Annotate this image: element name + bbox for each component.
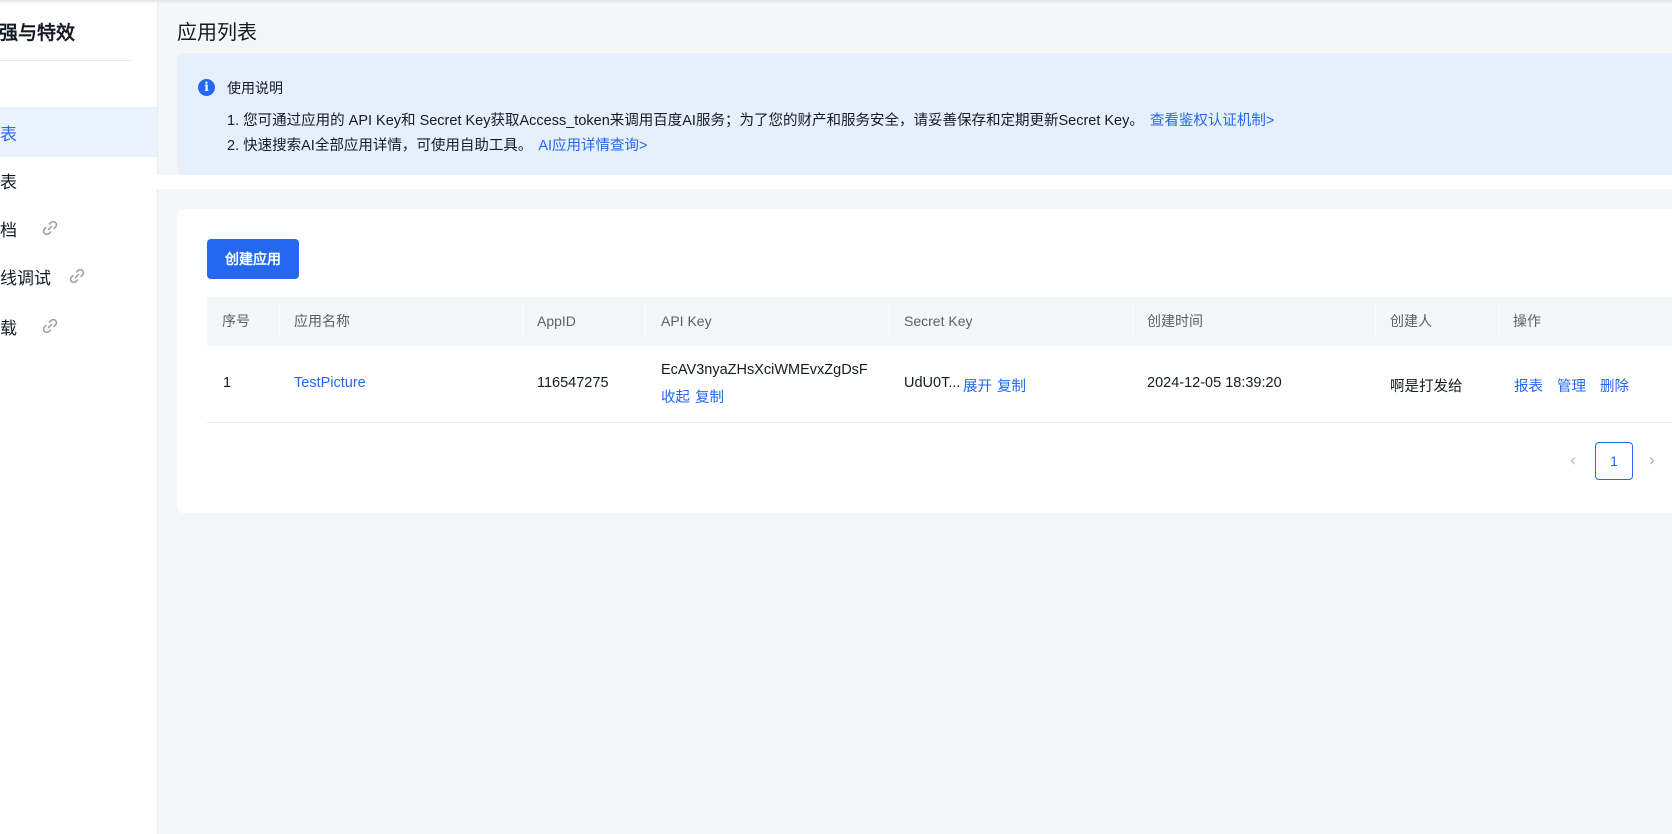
usage-notice: i 使用说明 1. 您可通过应用的 API Key和 Secret Key获取A… <box>177 53 1672 175</box>
sidebar-item-label: 文档 <box>0 220 17 240</box>
created-time: 2024-12-05 18:39:20 <box>1147 375 1282 391</box>
auth-mechanism-link[interactable]: 查看鉴权认证机制> <box>1150 113 1274 129</box>
sidebar-item-label: 下载 <box>0 318 17 338</box>
column-divider <box>645 305 646 338</box>
column-divider <box>1499 305 1500 338</box>
table-header: 序号 应用名称 AppID API Key Secret Key 创建时间 创建… <box>207 297 1672 346</box>
creator: 啊是打发给 <box>1390 379 1463 395</box>
app-name-link[interactable]: TestPicture <box>294 375 366 391</box>
column-header: 创建时间 <box>1147 313 1203 329</box>
sidebar-item-report[interactable]: 报表 <box>0 155 157 205</box>
column-divider <box>279 305 280 338</box>
api-key-copy-link[interactable]: 复制 <box>695 386 724 407</box>
separator-band <box>157 175 1672 189</box>
external-link-icon <box>69 268 85 284</box>
column-header: AppID <box>537 313 576 329</box>
notice-line-1-text: 1. 您可通过应用的 API Key和 Secret Key获取Access_t… <box>227 113 1144 129</box>
notice-line-2-text: 2. 快速搜索AI全部应用详情，可使用自助工具。 <box>227 138 533 154</box>
sidebar-item-label: 在线调试 <box>0 268 51 288</box>
column-divider <box>889 305 890 338</box>
table-row: 1 TestPicture 116547275 EcAV3nyaZHsXciWM… <box>207 346 1672 423</box>
external-link-icon <box>42 220 58 236</box>
column-divider <box>1375 305 1376 338</box>
pagination-page-1[interactable]: 1 <box>1595 442 1633 480</box>
notice-line-2: 2. 快速搜索AI全部应用详情，可使用自助工具。 AI应用详情查询> <box>227 134 648 155</box>
sidebar-item-label: 报表 <box>0 172 17 192</box>
sidebar-item-label: 列表 <box>0 124 17 144</box>
report-action-link[interactable]: 报表 <box>1514 375 1543 396</box>
pagination-next-icon[interactable]: › <box>1645 451 1659 471</box>
column-divider <box>522 305 523 338</box>
sidebar-item-list[interactable]: 列表 <box>0 107 157 157</box>
external-link-icon <box>42 318 58 334</box>
secret-key-copy-link[interactable]: 复制 <box>997 375 1026 396</box>
app-id: 116547275 <box>537 375 609 391</box>
pagination-prev-icon[interactable]: ‹ <box>1566 451 1580 471</box>
info-icon: i <box>198 79 215 96</box>
create-app-button[interactable]: 创建应用 <box>207 239 299 279</box>
secret-key-expand-link[interactable]: 展开 <box>963 375 992 396</box>
app-detail-query-link[interactable]: AI应用详情查询> <box>538 138 647 154</box>
column-header: 创建人 <box>1390 313 1432 329</box>
column-header: 应用名称 <box>294 313 350 329</box>
manage-action-link[interactable]: 管理 <box>1557 375 1586 396</box>
notice-line-1: 1. 您可通过应用的 API Key和 Secret Key获取Access_t… <box>227 109 1274 130</box>
column-header: 序号 <box>222 313 250 329</box>
app-list-card: 创建应用 序号 应用名称 AppID API Key Secret Key 创建… <box>177 209 1672 513</box>
column-header: Secret Key <box>904 313 973 329</box>
column-header: 操作 <box>1513 313 1541 329</box>
api-key-collapse-link[interactable]: 收起 <box>661 386 690 407</box>
sidebar-title: 增强与特效 <box>0 23 76 44</box>
delete-action-link[interactable]: 删除 <box>1600 375 1629 396</box>
sidebar-divider <box>0 60 132 61</box>
sidebar-item-docs[interactable]: 文档 <box>0 203 157 253</box>
page-title: 应用列表 <box>177 22 257 44</box>
top-shadow <box>0 0 1672 4</box>
api-key-value: EcAV3nyaZHsXciWMEvxZgDsF <box>661 362 868 378</box>
column-header: API Key <box>661 313 712 329</box>
sidebar: 增强与特效 列表 报表 文档 在线调试 下载 <box>0 0 158 834</box>
sidebar-item-online-debug[interactable]: 在线调试 <box>0 251 157 301</box>
column-divider <box>1132 305 1133 338</box>
secret-key-masked: UdU0T... <box>904 375 961 391</box>
row-index: 1 <box>223 375 232 391</box>
notice-title: 使用说明 <box>227 80 283 96</box>
sidebar-item-download[interactable]: 下载 <box>0 301 157 351</box>
